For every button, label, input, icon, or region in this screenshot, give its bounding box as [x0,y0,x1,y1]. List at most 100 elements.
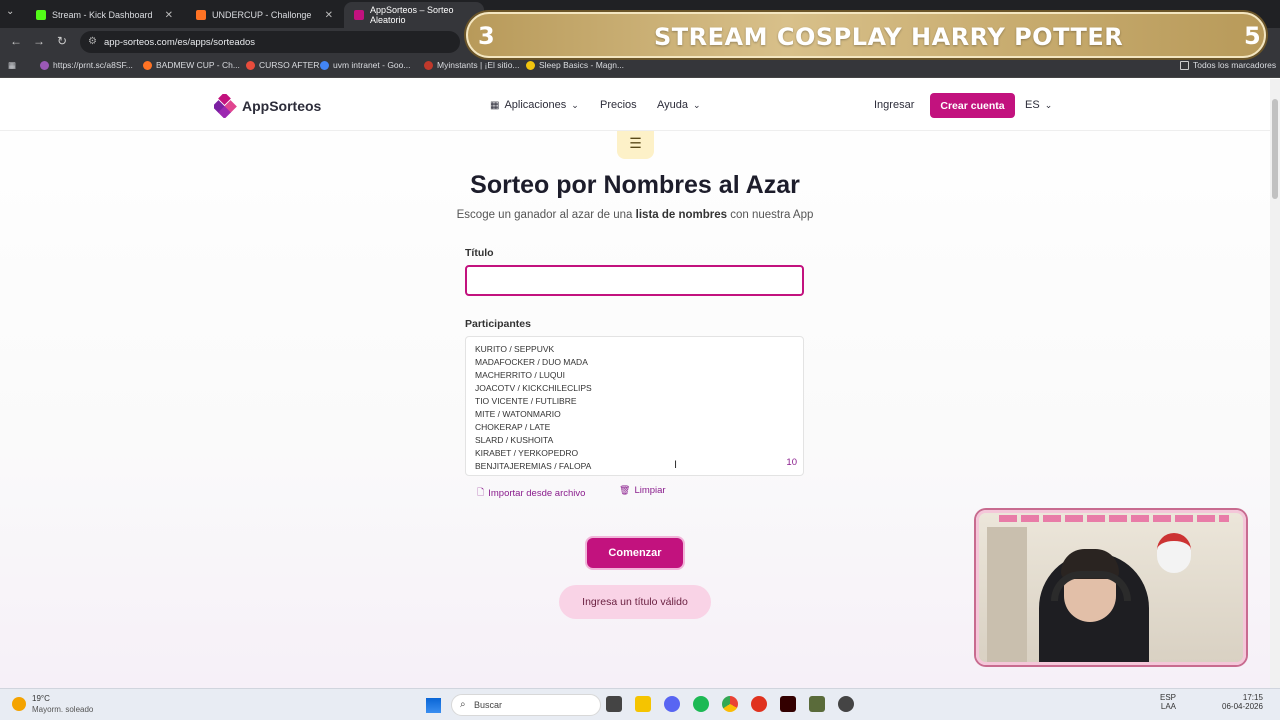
back-icon[interactable]: ← [10,34,22,48]
tab-appsorteos[interactable]: AppSorteos – Sorteo Aleatorio [344,2,484,28]
taskbar-search[interactable]: ⌕ Buscar [451,694,601,716]
file-explorer-icon[interactable] [635,696,651,712]
reload-icon[interactable]: ↻ [57,34,67,48]
address-bar[interactable]: ⚙ app-sorteos.com/es/apps/sorteados [80,31,460,53]
participant-line: MADAFOCKER / DUO MADA [475,357,588,367]
login-link[interactable]: Ingresar [874,99,914,111]
google-icon [320,60,329,70]
start-button[interactable]: Comenzar [587,538,683,568]
forward-icon[interactable]: → [33,34,45,48]
bookmark-item[interactable]: https://prnt.sc/a8SF... [40,60,133,70]
validation-message: Ingresa un título válido [559,585,711,619]
lang-top: ESP [1160,693,1177,702]
stream-overlay-banner: 3 STREAM COSPLAY HARRY POTTER 5 [466,12,1266,58]
import-label: Importar desde archivo [488,487,586,499]
clock[interactable]: 17:15 06-04-2026 [1222,693,1263,711]
close-icon[interactable]: ✕ [165,10,173,21]
tab-challonge[interactable]: UNDERCUP - Challonge ✕ [186,2,341,28]
app-icon[interactable] [809,696,825,712]
illustrator-icon[interactable] [780,696,796,712]
logo-icon [214,94,237,118]
import-file-link[interactable]: 🗋 Importar desde archivo [477,485,585,501]
title-label: Título [465,247,494,259]
bookmark-item[interactable]: Sleep Basics - Magn... [526,60,624,70]
nav-apps[interactable]: ▦ Aplicaciones ⌄ [490,99,579,111]
tab-label: Stream - Kick Dashboard [52,10,153,20]
language-selector[interactable]: ES ⌄ [1025,99,1052,111]
bookmark-label: Myinstants | ¡El sitio... [437,60,520,70]
bookmark-icon [246,60,255,70]
login-label: Ingresar [874,99,915,111]
task-view-icon[interactable] [606,696,622,712]
participants-textarea[interactable]: KURITO / SEPPUVK MADAFOCKER / DUO MADA M… [465,336,804,476]
tab-kick-dashboard[interactable]: Stream - Kick Dashboard ✕ [26,2,181,28]
discord-icon[interactable] [664,696,680,712]
site-logo[interactable]: AppSorteos [214,94,321,118]
webcam-door [987,527,1027,662]
nav-prices[interactable]: Precios [600,99,637,111]
participant-count: 10 [786,457,797,468]
appsorteos-icon [354,10,364,20]
participants-label: Participantes [465,318,531,330]
participant-line: TIO VICENTE / FUTLIBRE [475,396,577,406]
bookmark-label: BADMEW CUP - Ch... [156,60,240,70]
page-subtitle: Escoge un ganador al azar de una lista d… [0,209,1270,221]
chrome-icon[interactable] [722,696,738,712]
language-indicator[interactable]: ESP LAA [1160,693,1176,711]
close-icon[interactable]: ✕ [325,10,333,21]
numbered-list-icon: ☰ [617,131,654,159]
tab-search-icon[interactable]: ⌄ [6,6,14,17]
date: 06-04-2026 [1222,702,1263,711]
participant-line: SLARD / KUSHOITA [475,435,554,445]
app-icon[interactable] [751,696,767,712]
bookmark-label: uvm intranet - Goo... [333,60,411,70]
bookmark-item[interactable]: uvm intranet - Goo... [320,60,410,70]
time: 17:15 [1242,693,1263,702]
bookmark-label: Sleep Basics - Magn... [539,60,625,70]
webcam-frame-decoration [999,515,1229,522]
weather-text: Mayorm. soleado [32,705,94,714]
bookmark-icon [40,60,49,70]
signup-button[interactable]: Crear cuenta [930,93,1015,118]
bookmark-item[interactable]: BADMEW CUP - Ch... [143,60,240,70]
scrollbar-thumb[interactable] [1272,99,1278,199]
participant-line: KURITO / SEPPUVK [475,344,555,354]
grid-icon: ▦ [490,99,500,111]
file-icon: 🗋 [477,487,485,497]
spotify-icon[interactable] [693,696,709,712]
language-label: ES [1025,99,1040,111]
webcam-figurine [1157,533,1191,573]
challonge-icon [196,10,206,20]
overlay-right-number: 5 [1244,22,1261,50]
page-scrollbar[interactable] [1270,79,1280,688]
bookmark-label: Todos los marcadores [1193,60,1277,70]
tab-label: UNDERCUP - Challonge [212,10,312,20]
folder-icon [1180,60,1189,70]
apps-grid-icon[interactable]: ▦ [8,60,16,71]
nav-help[interactable]: Ayuda ⌄ [657,99,701,111]
trash-icon: 🗑 [619,485,631,495]
sun-icon [12,697,26,711]
temperature: 19°C [32,694,50,703]
kick-icon [36,10,46,20]
site-info-icon[interactable]: ⚙ [88,36,97,47]
windows-start-icon[interactable] [426,698,441,713]
participant-line: MACHERRITO / LUQUI [475,370,566,380]
search-icon: ⌕ [460,699,466,710]
bookmark-item[interactable]: CURSO AFTER [246,60,319,70]
nav-prices-label: Precios [600,99,637,111]
clear-link[interactable]: 🗑 Limpiar [619,485,666,496]
obs-icon[interactable] [838,696,854,712]
all-bookmarks[interactable]: Todos los marcadores [1180,60,1276,70]
lang-bottom: LAA [1160,702,1177,711]
logo-text: AppSorteos [242,98,322,114]
subtitle-text: Escoge un ganador al azar de una [456,209,636,221]
bookmark-icon [526,60,535,70]
title-input[interactable] [465,265,804,296]
bookmark-label: https://prnt.sc/a8SF... [53,60,133,70]
chevron-down-icon: ⌄ [693,99,701,110]
search-placeholder: Buscar [474,700,503,710]
bookmark-icon [143,60,152,70]
bookmark-item[interactable]: Myinstants | ¡El sitio... [424,60,520,70]
site-header: AppSorteos ▦ Aplicaciones ⌄ Precios Ayud… [0,79,1280,131]
